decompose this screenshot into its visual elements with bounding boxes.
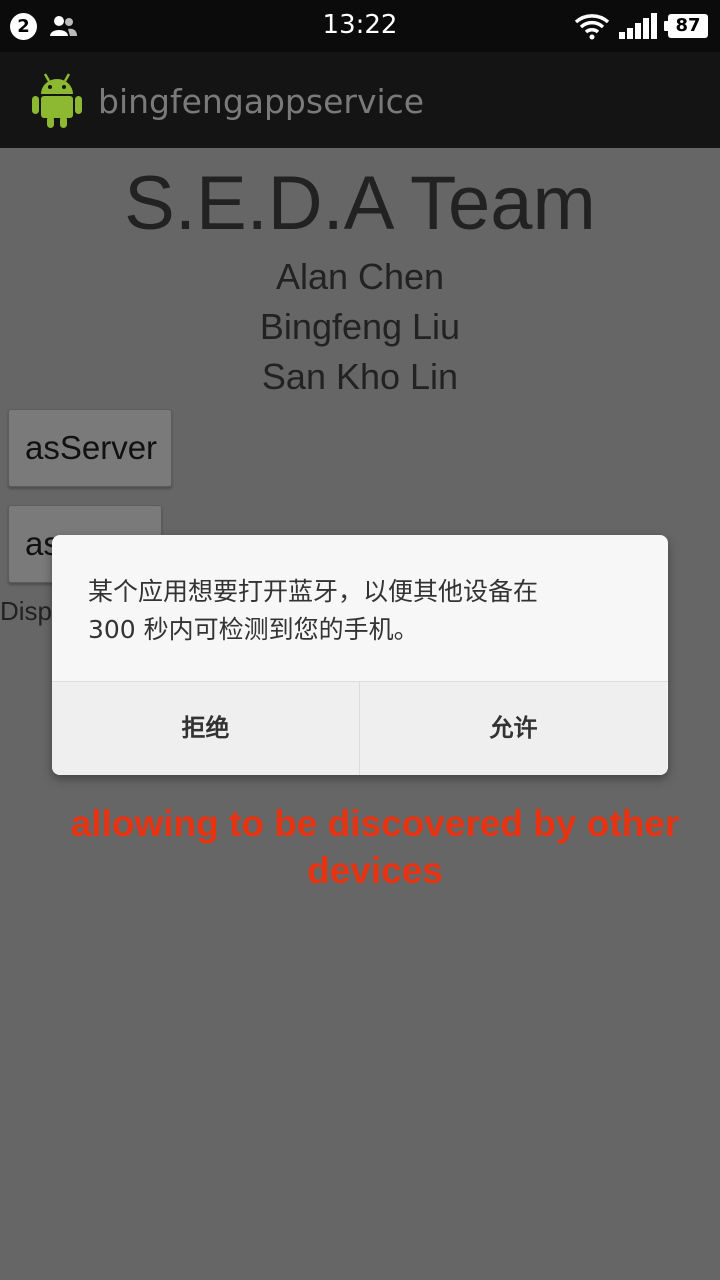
battery-icon: 87 [664, 14, 708, 38]
display-label: Disp [0, 596, 53, 626]
allow-button[interactable]: 允许 [360, 682, 667, 775]
status-bar: 2 13:22 87 [0, 0, 720, 52]
member-name: San Kho Lin [261, 356, 459, 397]
status-clock: 13:22 [322, 10, 398, 40]
android-app-icon [32, 73, 82, 128]
deny-button[interactable]: 拒绝 [52, 682, 359, 775]
dialog-message-line: 某个应用想要打开蓝牙，以便其他设备在 [88, 577, 539, 606]
member-name: Bingfeng Liu [259, 306, 461, 347]
annotation-caption: allowing to be discovered by other devic… [30, 800, 720, 894]
dialog-message: 某个应用想要打开蓝牙，以便其他设备在 300 秒内可检测到您的手机。 [88, 573, 648, 649]
wifi-icon [574, 14, 610, 40]
bluetooth-permission-dialog: 某个应用想要打开蓝牙，以便其他设备在 300 秒内可检测到您的手机。 拒绝 允许 [52, 535, 668, 775]
annotation-line: allowing to be discovered by other [70, 803, 680, 844]
cell-signal-icon [619, 13, 657, 39]
member-name: Alan Chen [275, 256, 445, 297]
annotation-line: devices [307, 850, 443, 891]
dialog-message-line: 300 秒内可检测到您的手机。 [88, 615, 419, 644]
action-bar: bingfengappservice [0, 52, 720, 148]
app-title: bingfengappservice [98, 82, 425, 121]
team-title: S.E.D.A Team [124, 161, 596, 246]
as-server-button[interactable]: asServer [8, 409, 172, 487]
